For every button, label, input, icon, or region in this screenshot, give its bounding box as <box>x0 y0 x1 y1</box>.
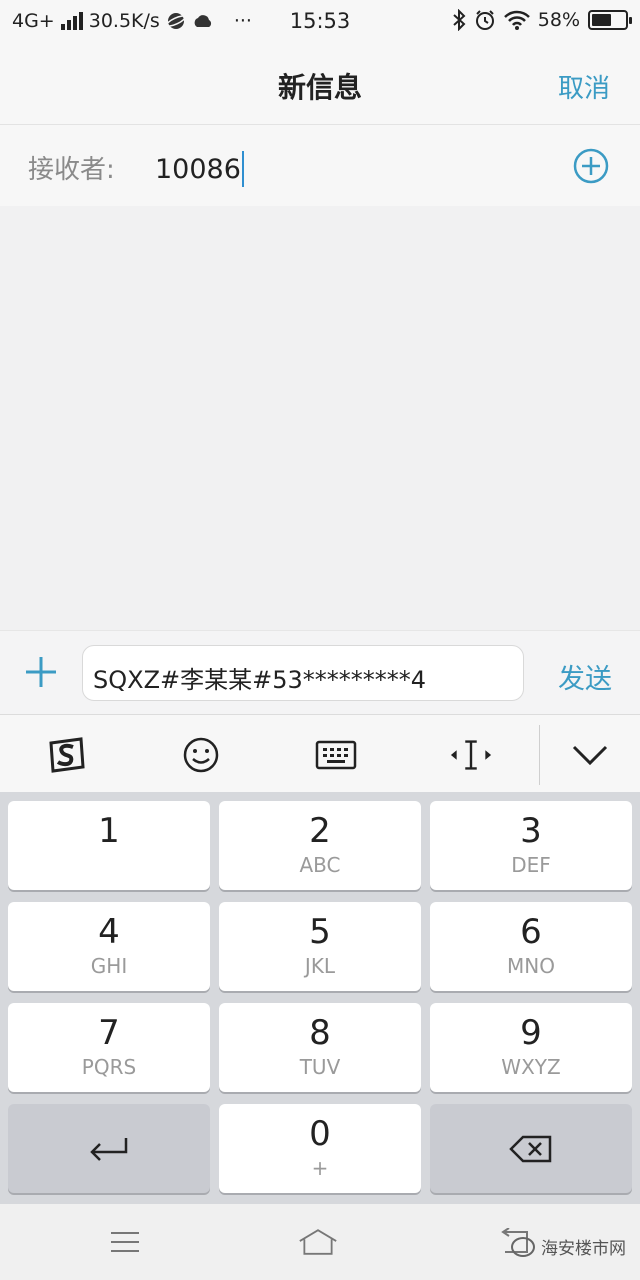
key-letters: ABC <box>299 853 341 877</box>
key-letters: JKL <box>304 954 336 978</box>
recipient-row: 接收者: 10086 <box>0 124 640 206</box>
battery-percent: 58% <box>537 9 580 31</box>
key-letters: DEF <box>511 853 551 877</box>
compose-bar: SQXZ#李某某#53*********4 发送 <box>0 630 640 714</box>
key-1[interactable]: 1 <box>8 801 210 890</box>
wechat-logo-icon <box>511 1236 535 1257</box>
emoji-icon[interactable] <box>179 733 223 777</box>
wifi-icon <box>503 10 530 30</box>
key-0[interactable]: 0 + <box>219 1104 421 1193</box>
key-digit: 9 <box>520 1013 542 1053</box>
watermark-text: 海安楼市网 <box>541 1239 626 1259</box>
page-title: 新信息 <box>277 71 362 104</box>
status-bar: 4G+ 30.5K/s ··· 15:53 58% <box>0 0 640 44</box>
key-digit: 5 <box>309 912 331 952</box>
watermark: 海安楼市网 <box>511 1234 626 1259</box>
key-8[interactable]: 8 TUV <box>219 1003 421 1092</box>
key-letters: GHI <box>90 954 128 978</box>
key-letters: PQRS <box>81 1055 137 1079</box>
battery-icon <box>588 10 632 30</box>
key-letters: WXYZ <box>501 1055 561 1079</box>
key-4[interactable]: 4 GHI <box>8 902 210 991</box>
toolbar-divider <box>539 725 540 785</box>
key-9[interactable]: 9 WXYZ <box>430 1003 632 1092</box>
key-digit: 3 <box>520 811 542 851</box>
alarm-icon <box>475 10 494 30</box>
key-letters: TUV <box>299 1055 341 1079</box>
key-digit: 0 <box>309 1114 331 1154</box>
attach-plus-icon[interactable] <box>22 653 60 691</box>
numeric-keypad: 1 2 ABC 3 DEF 4 GHI 5 JKL 6 MNO 7 PQRS 8 TUV 9W… <box>0 792 640 1204</box>
key-digit: 4 <box>98 912 120 952</box>
title-bar: 新信息 取消 <box>0 44 640 124</box>
message-input[interactable]: SQXZ#李某某#53*********4 <box>82 645 524 701</box>
key-digit: 7 <box>98 1013 120 1053</box>
key-digit: 1 <box>98 811 120 851</box>
send-button[interactable]: 发送 <box>558 657 612 696</box>
home-icon[interactable] <box>298 1224 338 1260</box>
key-letters: + <box>311 1156 329 1180</box>
key-letters: MNO <box>507 954 555 978</box>
collapse-keyboard-icon[interactable] <box>568 733 612 777</box>
key-2[interactable]: 2 ABC <box>219 801 421 890</box>
enter-icon <box>90 1137 128 1161</box>
text-caret <box>241 151 244 187</box>
key-7[interactable]: 7 PQRS <box>8 1003 210 1092</box>
recipient-value: 10086 <box>155 153 241 185</box>
cancel-button[interactable]: 取消 <box>558 68 610 105</box>
key-digit: 2 <box>309 811 331 851</box>
recipient-input[interactable]: 10086 <box>155 151 244 187</box>
cursor-move-icon[interactable] <box>449 733 493 777</box>
key-digit: 8 <box>309 1013 331 1053</box>
bluetooth-icon <box>453 9 466 31</box>
key-6[interactable]: 6 MNO <box>430 902 632 991</box>
backspace-key[interactable] <box>430 1104 632 1193</box>
battery-fill <box>592 14 611 26</box>
menu-icon[interactable] <box>105 1224 145 1260</box>
enter-key[interactable] <box>8 1104 210 1193</box>
recipient-label: 接收者: <box>28 155 115 185</box>
keyboard-icon[interactable] <box>314 733 358 777</box>
add-contact-icon[interactable] <box>572 147 610 185</box>
status-right: 58% <box>452 9 632 31</box>
key-digit: 6 <box>520 912 542 952</box>
sogou-logo-icon[interactable] <box>44 733 88 777</box>
key-5[interactable]: 5 JKL <box>219 902 421 991</box>
backspace-icon <box>509 1135 552 1162</box>
key-3[interactable]: 3 DEF <box>430 801 632 890</box>
keyboard-toolbar <box>0 714 640 792</box>
navigation-bar: 海安楼市网 <box>0 1204 640 1280</box>
message-area <box>0 206 640 630</box>
